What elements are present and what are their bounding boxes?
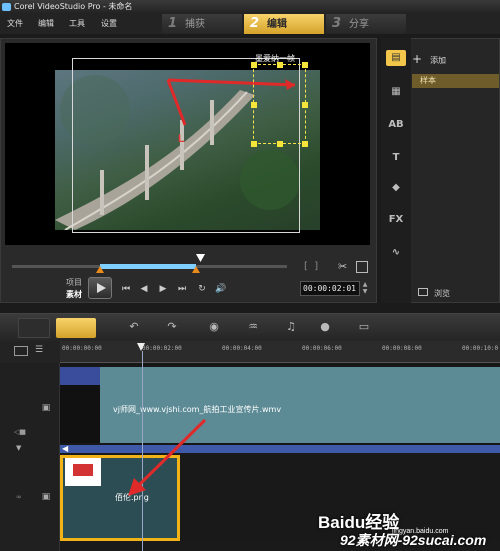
timeline-view-button[interactable] — [56, 318, 96, 338]
resize-handle[interactable] — [277, 62, 283, 68]
sound-mixer-icon[interactable]: ♒ — [244, 320, 262, 334]
timecode-display[interactable]: 00:00:02:01 — [300, 281, 360, 296]
resize-handle[interactable] — [277, 141, 283, 147]
resize-handle[interactable] — [251, 62, 257, 68]
tab-capture-label: 捕获 — [185, 19, 206, 30]
ruler-tick-label: 00:00:04:00 — [222, 345, 262, 352]
video-clip-thumbnail[interactable] — [60, 367, 100, 443]
window-title: Corel VideoStudio Pro - 未命名 — [0, 0, 500, 14]
chevron-down-icon[interactable]: ▼ — [16, 444, 26, 452]
transition-icon[interactable]: AB — [386, 117, 406, 133]
resize-handle[interactable] — [302, 141, 308, 147]
volume-icon[interactable]: 🔊 — [215, 283, 227, 295]
overlay-track-icon[interactable]: ▣ — [37, 492, 55, 506]
resize-handle[interactable] — [302, 62, 308, 68]
resize-handle[interactable] — [251, 141, 257, 147]
mark-brackets-icon[interactable]: [ ] — [304, 261, 326, 273]
video-clip-label: vj师网_www.vjshi.com_航拍工业宣传片.wmv — [113, 405, 282, 414]
add-label: 添加 — [430, 56, 447, 65]
ripple-edit-icon[interactable]: ◁■ — [14, 428, 28, 438]
folder-sample[interactable]: 样本 — [412, 74, 499, 88]
menu-tools[interactable]: 工具 — [69, 18, 85, 29]
menu-file[interactable]: 文件 — [7, 18, 23, 29]
trim-in-marker[interactable] — [96, 266, 104, 273]
logo-thumbnail-mark — [73, 464, 93, 476]
split-clip-icon[interactable]: ✂ — [338, 260, 350, 273]
overlay-title-text[interactable]: 墨爱纳一帧 — [255, 53, 295, 64]
chapter-menu-icon[interactable]: ☰ — [35, 345, 49, 357]
auto-music-icon[interactable]: ♫ — [282, 320, 300, 334]
app-icon — [2, 3, 11, 11]
menu-edit[interactable]: 编辑 — [38, 18, 54, 29]
site-watermark: 92素材网-92sucai.com — [340, 532, 487, 548]
motion-tracking-icon[interactable]: ● — [316, 320, 334, 334]
enlarge-preview-icon[interactable] — [356, 261, 368, 273]
trim-range — [100, 264, 196, 269]
trim-out-marker[interactable] — [192, 266, 200, 273]
timecode-stepper[interactable]: ▲ ▼ — [360, 281, 370, 296]
overlay-selection-box[interactable] — [251, 62, 308, 147]
speaker-icon: ◀ — [62, 444, 69, 453]
ruler-tick-label: 00:00:02:00 — [142, 345, 182, 352]
tab-share[interactable]: 3 分享 — [326, 14, 406, 34]
path-icon[interactable]: ∿ — [386, 245, 406, 261]
browse-label: 浏览 — [434, 289, 450, 298]
browse-button[interactable]: 浏览 — [418, 288, 450, 299]
mode-clip[interactable]: 素材 — [66, 289, 82, 301]
instant-project-icon[interactable]: ▦ — [386, 84, 406, 100]
undo-icon[interactable]: ↶ — [125, 320, 143, 334]
title-icon[interactable]: T — [386, 150, 406, 166]
plus-icon: + — [412, 52, 423, 66]
redo-icon[interactable]: ↷ — [163, 320, 181, 334]
filter-icon[interactable]: FX — [386, 212, 406, 228]
subtitle-editor-icon[interactable]: ▭ — [355, 320, 373, 334]
timeline-ruler[interactable] — [60, 341, 500, 363]
track-manager-icon[interactable] — [14, 346, 28, 356]
storyboard-view-button[interactable] — [18, 318, 50, 338]
ruler-tick-label: 00:00:08:00 — [382, 345, 422, 352]
library-category-strip — [381, 38, 411, 303]
ruler-tick-label: 00:00:10:0 — [462, 345, 499, 352]
resize-handle[interactable] — [251, 102, 257, 108]
menu-settings[interactable]: 设置 — [101, 18, 117, 29]
ruler-tick-label: 00:00:00:00 — [62, 345, 102, 352]
record-capture-icon[interactable]: ◉ — [205, 320, 223, 334]
play-button[interactable] — [88, 277, 112, 299]
tab-share-label: 分享 — [349, 19, 370, 30]
annotation-arrow — [128, 418, 207, 496]
media-icon[interactable]: ▤ — [386, 50, 406, 66]
video-track-icon[interactable]: ▣ — [37, 403, 55, 417]
resize-handle[interactable] — [302, 102, 308, 108]
track-headers — [0, 363, 60, 551]
previous-frame-icon[interactable]: ◀ — [138, 283, 150, 295]
repeat-icon[interactable]: ↻ — [196, 283, 208, 295]
graphic-icon[interactable]: ◆ — [386, 180, 406, 196]
mode-project[interactable]: 项目 — [66, 277, 82, 289]
ruler-tick-label: 00:00:06:00 — [302, 345, 342, 352]
home-icon[interactable]: ⏮ — [120, 283, 132, 295]
next-frame-icon[interactable]: ▶ — [157, 283, 169, 295]
tab-capture[interactable]: 1 捕获 — [162, 14, 242, 34]
tab-edit-label: 编辑 — [267, 19, 288, 30]
end-icon[interactable]: ⏭ — [176, 283, 188, 295]
link-icon[interactable]: ∞ — [16, 493, 26, 503]
tab-edit[interactable]: 2 编辑 — [244, 14, 324, 34]
add-folder-button[interactable]: + 添加 — [412, 52, 446, 66]
browse-icon — [418, 288, 428, 296]
